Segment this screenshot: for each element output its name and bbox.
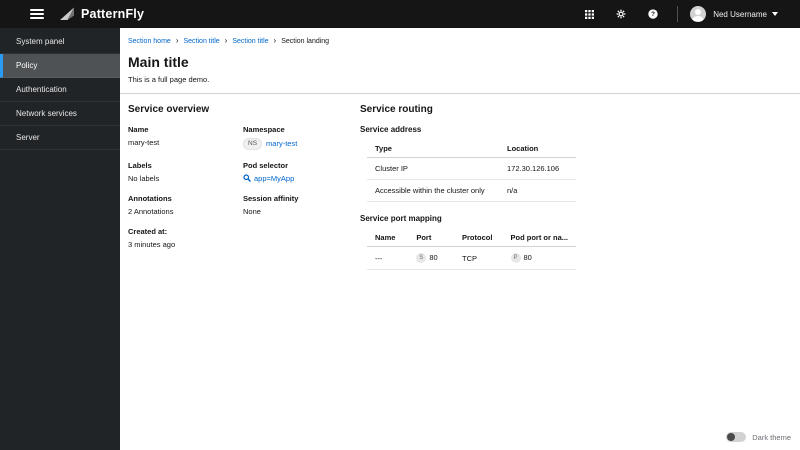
namespace-badge: NS xyxy=(243,138,263,150)
sidebar-item-server[interactable]: Server xyxy=(0,126,120,150)
sidebar-item-authentication[interactable]: Authentication xyxy=(0,78,120,102)
field-annotations: Annotations 2 Annotations xyxy=(128,194,243,216)
breadcrumb-separator-icon: › xyxy=(175,36,179,45)
service-overview-section: Service overview Name mary-test Namespac… xyxy=(128,104,360,282)
username[interactable]: Ned Username xyxy=(713,10,767,19)
namespace-link[interactable]: mary-test xyxy=(266,139,297,148)
cell-location: n/a xyxy=(499,179,576,202)
dark-theme-toggle[interactable] xyxy=(726,432,747,442)
page-header: Section home › Section title › Section t… xyxy=(120,28,800,94)
svg-text:?: ? xyxy=(651,11,655,18)
dark-theme-label: Dark theme xyxy=(752,432,791,442)
cell-location: 172.30.126.106 xyxy=(499,157,576,180)
column-header-pod-port: Pod port or na... xyxy=(502,229,576,247)
field-labels: Labels No labels xyxy=(128,161,243,183)
chevron-down-icon[interactable] xyxy=(772,12,778,16)
app-launcher-icon[interactable] xyxy=(581,6,597,22)
field-pod-selector: Pod selector app=MyApp xyxy=(243,161,360,183)
field-label: Namespace xyxy=(243,125,285,134)
table-row: Accessible within the cluster only n/a xyxy=(367,179,576,202)
nav-toggle-icon[interactable] xyxy=(30,9,44,19)
brand-name: PatternFly xyxy=(81,7,145,21)
cell-port: S 80 xyxy=(408,246,455,271)
service-address-table: Type Location Cluster IP 172.30.126.106 … xyxy=(367,140,576,202)
table-row: Cluster IP 172.30.126.106 xyxy=(367,157,576,180)
pod-port-badge: P xyxy=(510,253,521,264)
app-window: PatternFly ? Ned Username System panel P… xyxy=(0,0,800,450)
brand[interactable]: PatternFly xyxy=(59,7,144,21)
sidebar-item-system-panel[interactable]: System panel xyxy=(0,30,120,54)
column-header-location: Location xyxy=(499,140,576,158)
field-created-at: Created at: 3 minutes ago xyxy=(128,227,243,249)
field-namespace: Namespace NS mary-test xyxy=(243,125,360,150)
field-label: Name xyxy=(128,125,149,134)
field-value: NS mary-test xyxy=(243,138,354,150)
field-value: app=MyApp xyxy=(243,174,354,183)
service-port-badge: S xyxy=(416,253,427,264)
main-content: Section home › Section title › Section t… xyxy=(120,28,800,450)
cell-name: --- xyxy=(367,246,409,271)
sidebar-item-policy[interactable]: Policy xyxy=(0,54,120,78)
field-label: Labels xyxy=(128,160,152,170)
masthead-divider xyxy=(677,6,679,22)
theme-control: Dark theme xyxy=(726,432,791,442)
column-header-type: Type xyxy=(367,140,499,158)
page-title: Main title xyxy=(128,54,189,70)
field-label: Session affinity xyxy=(243,193,299,203)
avatar[interactable] xyxy=(690,6,707,22)
pod-selector-link[interactable]: app=MyApp xyxy=(254,174,294,183)
breadcrumb: Section home › Section title › Section t… xyxy=(128,37,790,45)
breadcrumb-separator-icon: › xyxy=(224,36,228,45)
breadcrumb-separator-icon: › xyxy=(273,36,277,45)
column-header-name: Name xyxy=(367,229,409,247)
page-subtitle: This is a full page demo. xyxy=(128,75,210,84)
field-session-affinity: Session affinity None xyxy=(243,194,360,216)
service-overview-title: Service overview xyxy=(128,104,210,115)
settings-gear-icon[interactable] xyxy=(613,6,629,22)
field-value: mary-test xyxy=(128,138,160,147)
cell-protocol: TCP xyxy=(454,246,503,271)
search-icon xyxy=(243,174,251,183)
breadcrumb-link[interactable]: Section title xyxy=(183,38,219,45)
column-header-protocol: Protocol xyxy=(454,229,503,247)
service-routing-section: Service routing Service address Type Loc… xyxy=(360,104,584,282)
service-port-mapping-title: Service port mapping xyxy=(360,214,442,223)
patternfly-logo-icon xyxy=(60,7,74,20)
service-address-title: Service address xyxy=(360,125,422,134)
cell-type: Cluster IP xyxy=(367,157,499,180)
field-value: No labels xyxy=(128,173,160,183)
breadcrumb-link[interactable]: Section title xyxy=(232,38,268,45)
field-label: Annotations xyxy=(128,193,172,203)
field-value: None xyxy=(243,206,261,216)
field-value: 2 Annotations xyxy=(128,206,174,216)
breadcrumb-link[interactable]: Section home xyxy=(128,38,171,45)
column-header-port: Port xyxy=(408,229,455,247)
cell-pod-port: P 80 xyxy=(502,246,576,271)
field-label: Pod selector xyxy=(243,160,289,170)
service-routing-title: Service routing xyxy=(360,104,433,115)
breadcrumb-current: Section landing xyxy=(281,37,330,45)
table-row: --- S 80 TCP P 80 xyxy=(367,246,576,271)
sidebar-nav: System panel Policy Authentication Netwo… xyxy=(0,28,120,450)
field-label: Created at: xyxy=(128,226,168,236)
service-port-mapping-table: Name Port Protocol Pod port or na... ---… xyxy=(367,229,576,271)
sidebar-item-network-services[interactable]: Network services xyxy=(0,102,120,126)
cell-type: Accessible within the cluster only xyxy=(367,179,499,202)
help-question-icon[interactable]: ? xyxy=(645,6,661,22)
toggle-knob xyxy=(727,433,736,441)
field-name: Name mary-test xyxy=(128,125,243,150)
field-value: 3 minutes ago xyxy=(128,239,176,249)
masthead: PatternFly ? Ned Username xyxy=(0,0,800,28)
